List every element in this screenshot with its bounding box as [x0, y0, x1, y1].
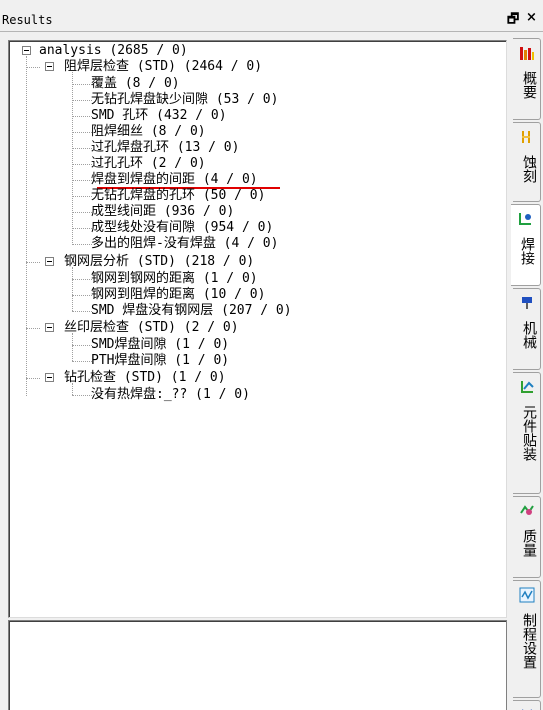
tree-line: [72, 148, 92, 149]
tree-line: [26, 328, 40, 329]
tree-line: [72, 116, 92, 117]
tree-item[interactable]: 成型线间距 (936 / 0): [91, 205, 234, 219]
tree-group-drill[interactable]: 钻孔检查 (STD) (1 / 0): [64, 371, 226, 385]
vertical-tab-bar: 概要 蚀刻 焊接 机械 元件贴装 质量 制程设置: [510, 32, 543, 710]
tree-item[interactable]: 多出的阻焊-没有焊盘 (4 / 0): [91, 237, 278, 251]
tree-item[interactable]: 覆盖 (8 / 0): [91, 77, 180, 91]
tab-label: 蚀刻: [521, 155, 537, 183]
tree-line: [72, 345, 92, 346]
tree-item[interactable]: SMD 孔环 (432 / 0): [91, 109, 227, 123]
tree-item[interactable]: 阻焊细丝 (8 / 0): [91, 125, 206, 139]
results-tree[interactable]: analysis (2685 / 0) 阻焊层检查 (STD) (2464 / …: [8, 40, 507, 618]
tree-item[interactable]: PTH焊盘间隙 (1 / 0): [91, 354, 229, 368]
group-collapse-toggle-silkscreen[interactable]: [45, 323, 54, 332]
window-title: Results: [2, 13, 53, 27]
tree-line: [72, 212, 92, 213]
group-collapse-toggle-stencil[interactable]: [45, 257, 54, 266]
tab-label: 制程设置: [521, 613, 537, 669]
tree-line: [72, 361, 92, 362]
tree-group-silkscreen[interactable]: 丝印层检查 (STD) (2 / 0): [64, 321, 239, 335]
quality-icon: [520, 505, 534, 515]
drill-icon: [522, 297, 532, 309]
tab-label: 焊接: [519, 237, 535, 265]
tree-item-selected[interactable]: 焊盘到焊盘的间距 (4 / 0): [91, 173, 258, 187]
group-collapse-toggle-soldermask[interactable]: [45, 62, 54, 71]
process-icon: [519, 587, 535, 603]
tree-line: [72, 196, 92, 197]
bar-chart-icon: [520, 47, 534, 60]
tree-item[interactable]: 过孔焊盘孔环 (13 / 0): [91, 141, 239, 155]
tree-line: [72, 164, 92, 165]
tab-label: 机械: [521, 321, 537, 349]
tree-item[interactable]: 无钻孔焊盘缺少间隙 (53 / 0): [91, 93, 278, 107]
tree-line: [72, 311, 92, 312]
tree-line: [26, 67, 40, 68]
component-icon: [521, 381, 534, 393]
detail-panel: [8, 620, 507, 710]
tab-summary[interactable]: 概要: [513, 38, 541, 120]
close-icon[interactable]: ×: [526, 10, 537, 25]
tree-line: [26, 262, 40, 263]
tree-line: [72, 279, 92, 280]
tree-line: [26, 56, 27, 396]
results-titlebar: Results 🗗 ×: [0, 0, 543, 32]
tree-item[interactable]: 钢网到阻焊的距离 (10 / 0): [91, 288, 265, 302]
tree-root-analysis[interactable]: analysis (2685 / 0): [39, 44, 188, 58]
group-collapse-toggle-drill[interactable]: [45, 373, 54, 382]
solder-icon: [519, 213, 531, 225]
tab-process-settings[interactable]: 制程设置: [513, 580, 541, 698]
tab-label: 元件贴装: [521, 405, 537, 461]
tree-item[interactable]: 过孔孔环 (2 / 0): [91, 157, 206, 171]
tree-line: [72, 100, 92, 101]
tree-line: [72, 267, 73, 311]
tree-line: [72, 84, 92, 85]
tab-etch[interactable]: 蚀刻: [513, 122, 541, 202]
etch-icon: [522, 131, 530, 143]
root-collapse-toggle[interactable]: [22, 46, 31, 55]
tree-item[interactable]: SMD焊盘间隙 (1 / 0): [91, 338, 229, 352]
tab-label: 概要: [521, 71, 537, 99]
tab-solder[interactable]: 焊接: [511, 204, 541, 286]
tab-settings[interactable]: [513, 700, 541, 710]
tree-line: [72, 132, 92, 133]
tree-item[interactable]: SMD 焊盘没有钢网层 (207 / 0): [91, 304, 292, 318]
tree-line: [72, 383, 73, 395]
tree-group-stencil[interactable]: 钢网层分析 (STD) (218 / 0): [64, 255, 254, 269]
panel-frame: [0, 32, 8, 710]
tab-quality[interactable]: 质量: [513, 496, 541, 578]
tab-mechanical[interactable]: 机械: [513, 288, 541, 370]
tree-line: [72, 395, 92, 396]
tree-line: [72, 72, 73, 245]
tree-item[interactable]: 钢网到钢网的距离 (1 / 0): [91, 272, 258, 286]
tree-item[interactable]: 没有热焊盘:_?? (1 / 0): [91, 388, 250, 402]
tab-label: 质量: [521, 529, 537, 557]
tree-item[interactable]: 成型线处没有间隙 (954 / 0): [91, 221, 273, 235]
float-window-icon[interactable]: 🗗: [507, 10, 519, 32]
tree-group-soldermask[interactable]: 阻焊层检查 (STD) (2464 / 0): [64, 60, 262, 74]
tree-line: [72, 244, 92, 245]
tree-line: [26, 378, 40, 379]
tree-item[interactable]: 无钻孔焊盘的孔环 (50 / 0): [91, 189, 265, 203]
tree-line: [72, 180, 92, 181]
tree-line: [72, 295, 92, 296]
tree-line: [72, 333, 73, 361]
tab-component-placement[interactable]: 元件贴装: [513, 372, 541, 494]
tree-line: [72, 228, 92, 229]
